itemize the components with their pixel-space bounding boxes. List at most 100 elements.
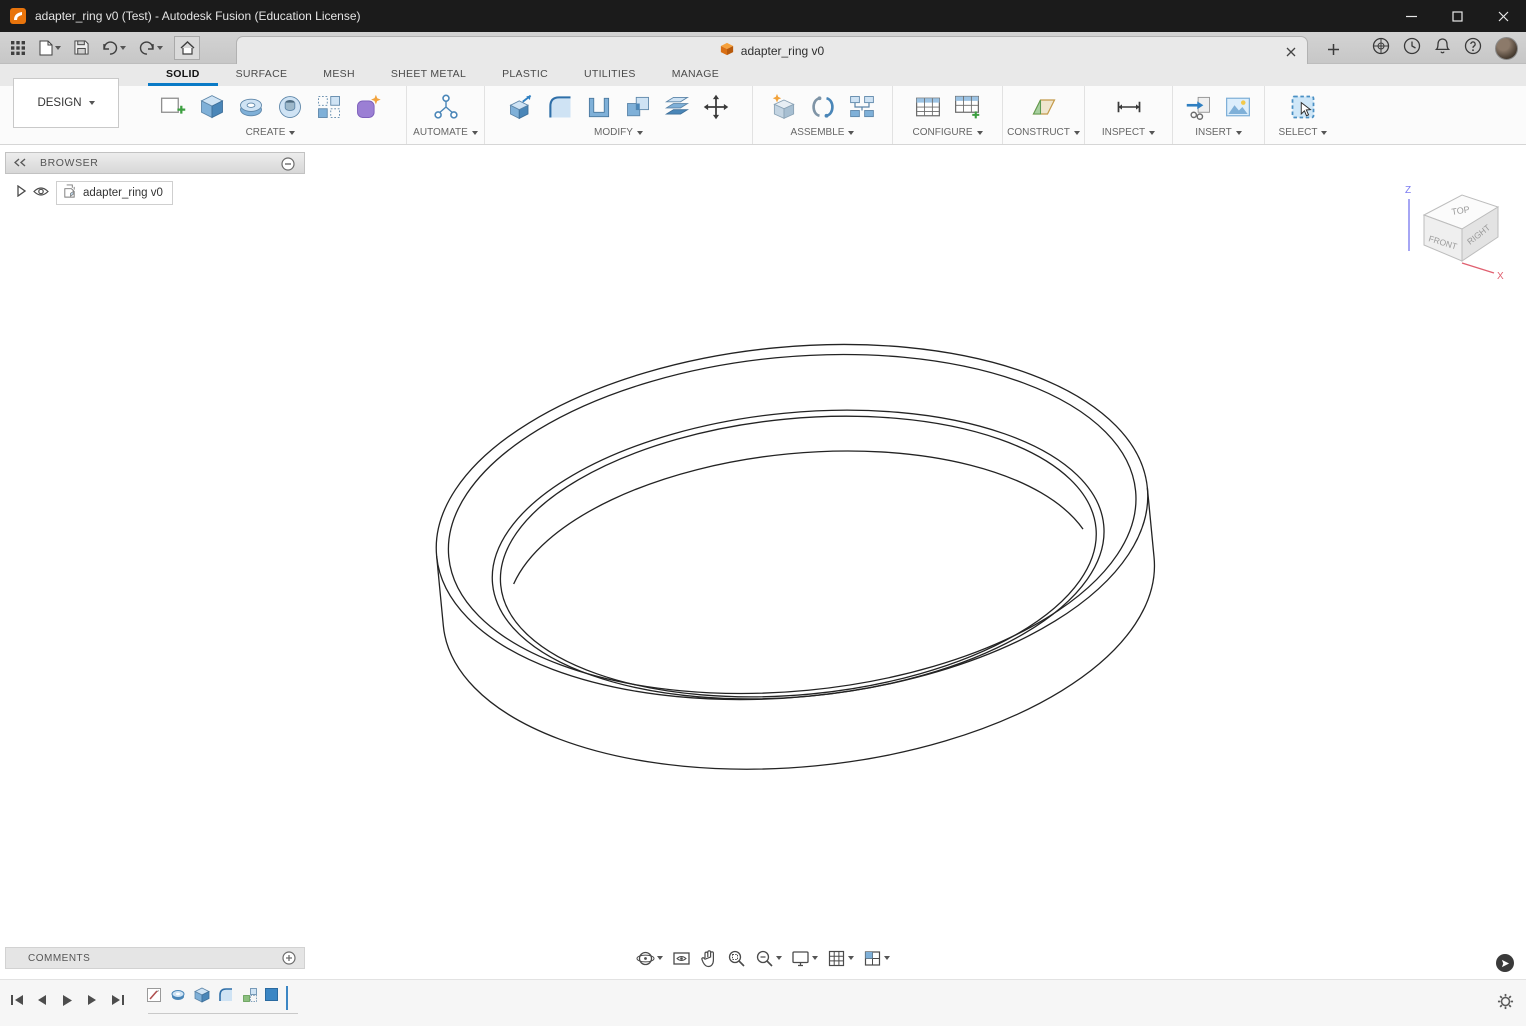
file-menu-caret-icon <box>55 45 61 50</box>
automate-icon[interactable] <box>431 92 461 122</box>
rectangular-pattern-icon[interactable] <box>314 92 344 122</box>
feedback-chat-icon[interactable] <box>1496 954 1514 972</box>
canvas-image-icon[interactable] <box>1223 92 1253 122</box>
revolve-icon[interactable] <box>236 92 266 122</box>
timeline-bar <box>0 979 1526 1026</box>
configuration-insert-icon[interactable] <box>952 92 982 122</box>
pan-button[interactable] <box>698 947 720 969</box>
viewports-button[interactable] <box>861 947 892 969</box>
timeline-go-to-end-button[interactable] <box>108 991 126 1009</box>
job-status-clock-icon[interactable] <box>1403 37 1421 60</box>
group-label-construct[interactable]: CONSTRUCT <box>1007 127 1080 138</box>
tab-surface[interactable]: SURFACE <box>218 64 306 86</box>
notifications-bell-icon[interactable] <box>1434 37 1451 60</box>
create-form-icon[interactable] <box>353 92 383 122</box>
redo-button[interactable] <box>137 36 165 60</box>
look-at-button[interactable] <box>670 947 693 969</box>
maximize-button[interactable] <box>1434 0 1480 32</box>
timeline-extrude-feature[interactable] <box>193 986 210 1003</box>
collapse-panel-icon[interactable] <box>13 154 26 172</box>
timeline-fillet-feature[interactable] <box>217 986 234 1003</box>
group-label-configure[interactable]: CONFIGURE <box>913 127 983 138</box>
viewcube[interactable]: Z X TOP FRONT RIGHT <box>1394 173 1512 281</box>
visibility-eye-icon[interactable] <box>33 184 49 202</box>
document-tab-label: adapter_ring v0 <box>740 43 825 58</box>
workspace-selector[interactable]: DESIGN <box>13 78 119 128</box>
display-settings-button[interactable] <box>789 947 820 969</box>
minimize-button[interactable] <box>1388 0 1434 32</box>
viewport-canvas[interactable]: BROWSER adapter_ring v0 Z X TOP FRONT RI… <box>0 145 1526 979</box>
timeline-revolve-feature[interactable] <box>169 986 186 1003</box>
browser-root-row[interactable]: adapter_ring v0 <box>5 181 305 205</box>
document-tab[interactable]: adapter_ring v0 <box>236 36 1308 64</box>
timeline-playhead-marker[interactable] <box>265 988 278 1001</box>
fillet-icon[interactable] <box>545 92 575 122</box>
zoom-button[interactable] <box>753 947 784 969</box>
help-icon[interactable] <box>1464 37 1482 60</box>
group-label-assemble[interactable]: ASSEMBLE <box>791 127 855 138</box>
group-label-select[interactable]: SELECT <box>1279 127 1328 138</box>
group-label-automate[interactable]: AUTOMATE <box>413 127 478 138</box>
tab-sheet-metal[interactable]: SHEET METAL <box>373 64 484 86</box>
combine-icon[interactable] <box>623 92 653 122</box>
zoom-window-button[interactable] <box>725 947 748 969</box>
tab-solid[interactable]: SOLID <box>148 64 218 86</box>
browser-minimize-icon[interactable] <box>281 157 295 176</box>
tab-mesh[interactable]: MESH <box>305 64 373 86</box>
ring-inner-hole-edge <box>499 415 1097 698</box>
hole-icon[interactable] <box>275 92 305 122</box>
model-wireframe-ring[interactable] <box>0 145 1526 979</box>
timeline-go-to-start-button[interactable] <box>8 991 26 1009</box>
press-pull-icon[interactable] <box>506 92 536 122</box>
comments-expand-icon[interactable] <box>282 951 296 970</box>
group-label-modify[interactable]: MODIFY <box>594 127 643 138</box>
new-component-icon[interactable] <box>769 92 799 122</box>
browser-header[interactable]: BROWSER <box>5 152 305 174</box>
group-label-insert[interactable]: INSERT <box>1195 127 1242 138</box>
extrude-icon[interactable] <box>197 92 227 122</box>
file-menu-button[interactable] <box>37 36 63 60</box>
grid-snap-button[interactable] <box>825 947 856 969</box>
new-document-tab-button[interactable] <box>1324 40 1342 58</box>
browser-root-item[interactable]: adapter_ring v0 <box>56 181 173 205</box>
tab-utilities[interactable]: UTILITIES <box>566 64 654 86</box>
tab-manage[interactable]: MANAGE <box>654 64 737 86</box>
joint-icon[interactable] <box>808 92 838 122</box>
timeline-track[interactable] <box>148 1013 298 1014</box>
configuration-table-icon[interactable] <box>913 92 943 122</box>
offset-face-icon[interactable] <box>662 92 692 122</box>
shell-icon[interactable] <box>584 92 614 122</box>
data-panel-grid-icon[interactable] <box>8 36 28 60</box>
undo-button[interactable] <box>100 36 128 60</box>
timeline-step-back-button[interactable] <box>33 991 51 1009</box>
timeline-play-button[interactable] <box>58 991 76 1009</box>
save-button[interactable] <box>72 36 91 60</box>
document-tab-close-icon[interactable] <box>1283 44 1299 60</box>
timeline-pattern-feature[interactable] <box>241 986 258 1003</box>
expand-arrow-icon[interactable] <box>17 184 27 202</box>
timeline-step-forward-button[interactable] <box>83 991 101 1009</box>
timeline-position-cursor[interactable] <box>286 986 288 1010</box>
move-copy-icon[interactable] <box>701 92 731 122</box>
window-title: adapter_ring v0 (Test) - Autodesk Fusion… <box>35 9 361 23</box>
create-sketch-icon[interactable] <box>158 92 188 122</box>
timeline-sketch-feature[interactable] <box>145 986 162 1003</box>
construction-plane-icon[interactable] <box>1029 92 1059 122</box>
orbit-button[interactable] <box>634 947 665 969</box>
extensions-icon[interactable] <box>1372 37 1390 60</box>
browser-root-label: adapter_ring v0 <box>83 187 163 199</box>
timeline-settings-gear-icon[interactable] <box>1497 993 1514 1015</box>
component-structure-icon[interactable] <box>847 92 877 122</box>
select-icon[interactable] <box>1288 92 1318 122</box>
home-button[interactable] <box>174 35 200 60</box>
measure-icon[interactable] <box>1114 92 1144 122</box>
tab-plastic[interactable]: PLASTIC <box>484 64 566 86</box>
group-modify: MODIFY <box>485 86 753 144</box>
comments-bar[interactable]: COMMENTS <box>5 947 305 969</box>
user-avatar[interactable] <box>1495 36 1518 60</box>
insert-derive-icon[interactable] <box>1184 92 1214 122</box>
workspace-label: DESIGN <box>37 97 82 109</box>
group-label-create[interactable]: CREATE <box>246 127 296 138</box>
group-label-inspect[interactable]: INSPECT <box>1102 127 1156 138</box>
close-button[interactable] <box>1480 0 1526 32</box>
